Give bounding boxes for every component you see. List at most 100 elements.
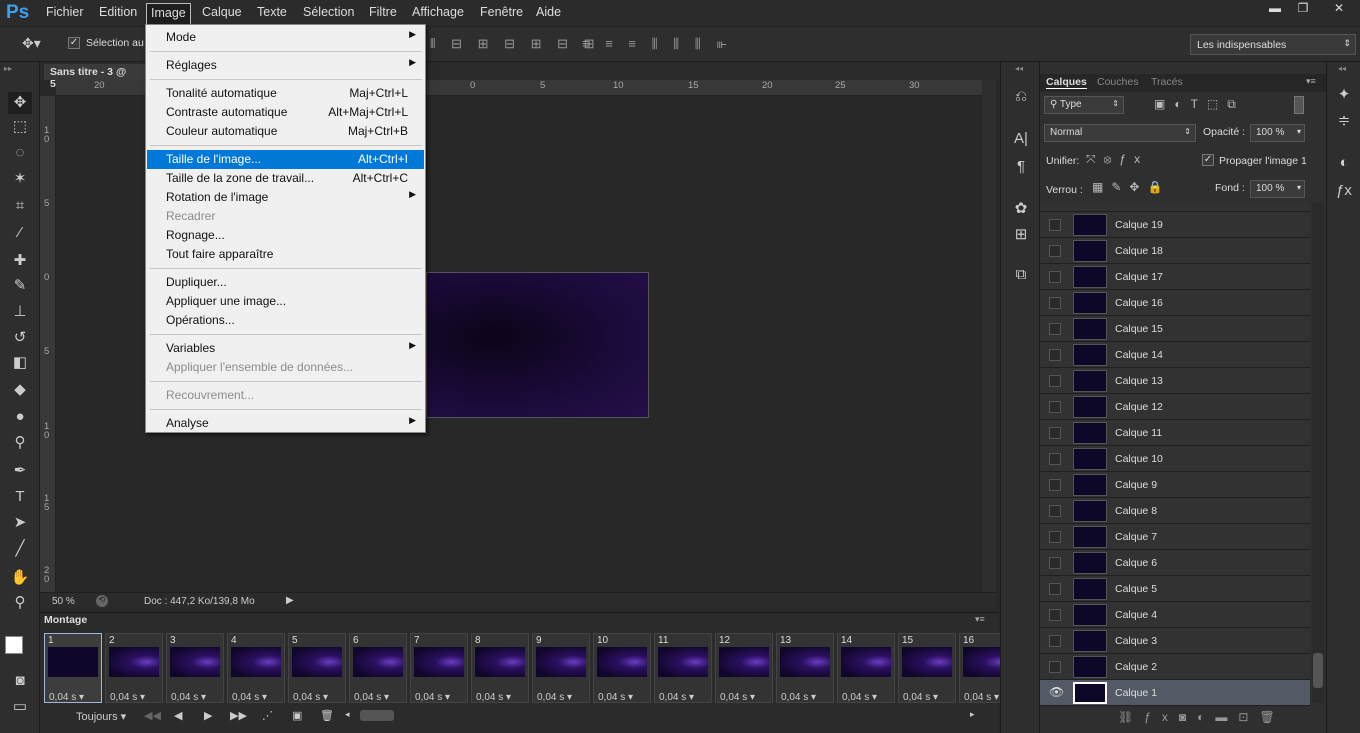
menu-item-taille-de-l-image[interactable]: Taille de l'image... Alt+Ctrl+I	[147, 150, 424, 169]
animation-frame[interactable]: 9 0,04 s ▾	[532, 633, 590, 703]
first-frame-icon[interactable]: ◀◀	[144, 709, 161, 722]
menu-item-appliquer-une-image[interactable]: Appliquer une image...	[147, 292, 424, 311]
scroll-left-icon[interactable]: ◂	[345, 709, 350, 720]
filter-icons[interactable]: ▣◐T⬚⧉	[1154, 97, 1245, 112]
healing-brush-icon[interactable]: ✚	[8, 250, 32, 272]
menu-calque[interactable]: Calque	[199, 5, 245, 19]
animation-frame[interactable]: 1 0,04 s ▾	[44, 633, 102, 703]
dodge-tool-icon[interactable]: ⚲	[8, 432, 32, 454]
menu-affichage[interactable]: Affichage	[409, 5, 467, 19]
history-icon[interactable]: ⟲	[96, 595, 108, 607]
layer-row[interactable]: Calque 3	[1040, 628, 1310, 654]
layer-row[interactable]: 👁 Calque 1	[1040, 680, 1310, 706]
animation-frame[interactable]: 14 0,04 s ▾	[837, 633, 895, 703]
blur-tool-icon[interactable]: ●	[8, 406, 32, 428]
visibility-toggle[interactable]	[1049, 401, 1061, 413]
menu-item-taille-de-la-zone-de-travail[interactable]: Taille de la zone de travail... Alt+Ctrl+…	[147, 169, 424, 188]
panel-menu-icon[interactable]: ▾≡	[1306, 76, 1316, 87]
menu-item-contraste-automatique[interactable]: Contraste automatique Alt+Maj+Ctrl+L	[147, 103, 424, 122]
layers-scrollbar-thumb[interactable]	[1313, 653, 1323, 688]
character-panel-icon[interactable]: A|	[1010, 128, 1032, 150]
tab-traces[interactable]: Tracés	[1151, 76, 1183, 88]
zoom-level[interactable]: 50 %	[52, 596, 75, 607]
visibility-toggle[interactable]	[1049, 453, 1061, 465]
visibility-toggle[interactable]	[1049, 635, 1061, 647]
3d-panel-icon[interactable]: ⧉	[1010, 264, 1032, 286]
zoom-tool-icon[interactable]: ⚲	[8, 592, 32, 614]
expand-icon[interactable]: ◂◂	[1015, 64, 1023, 73]
move-tool-icon[interactable]: ✥▾	[22, 35, 41, 52]
animation-frame[interactable]: 5 0,04 s ▾	[288, 633, 346, 703]
timeline-tab[interactable]: Montage	[44, 614, 98, 629]
menu-item-analyse[interactable]: Analyse ▶	[147, 414, 424, 433]
path-select-icon[interactable]: ➤	[8, 512, 32, 534]
animation-frame[interactable]: 3 0,04 s ▾	[166, 633, 224, 703]
tween-icon[interactable]: ⋰	[262, 709, 273, 722]
menu-item-tout-faire-apparaitre[interactable]: Tout faire apparaître	[147, 245, 424, 264]
propagate-checkbox[interactable]: ✓	[1202, 154, 1214, 166]
menu-image[interactable]: Image	[146, 3, 191, 25]
frame-delay[interactable]: 0,04 s ▾	[49, 692, 84, 703]
unify-icons[interactable]: ⤧⊗ƒx	[1086, 152, 1148, 167]
filter-type-select[interactable]: ⚲ Type ⇕	[1044, 96, 1124, 114]
frame-delay[interactable]: 0,04 s ▾	[293, 692, 328, 703]
layer-row[interactable]: Calque 12	[1040, 394, 1310, 420]
animation-frame[interactable]: 4 0,04 s ▾	[227, 633, 285, 703]
opacity-input[interactable]: 100 % ▾	[1250, 124, 1305, 142]
prev-frame-icon[interactable]: ◀	[174, 709, 182, 722]
frame-delay[interactable]: 0,04 s ▾	[171, 692, 206, 703]
stamp-tool-icon[interactable]: ⊥	[8, 301, 32, 323]
screen-mode-icon[interactable]: ▭	[8, 696, 32, 718]
loop-select[interactable]: Toujours ▾	[76, 710, 126, 723]
visibility-toggle[interactable]	[1049, 661, 1061, 673]
align-icons[interactable]: ⫴ ⊟ ⊞ ⊟ ⊞ ⊟ ⊞	[430, 36, 601, 52]
close-button[interactable]: ✕	[1322, 1, 1356, 17]
quick-mask-icon[interactable]: ◙	[8, 670, 32, 692]
visibility-toggle[interactable]	[1049, 427, 1061, 439]
eye-icon[interactable]: 👁	[1049, 685, 1064, 699]
marquee-tool-icon[interactable]: ⬚	[8, 116, 32, 138]
menu-item-mode[interactable]: Mode ▶	[147, 28, 424, 47]
play-icon[interactable]: ▶	[204, 709, 212, 722]
crop-tool-icon[interactable]: ⌗	[8, 195, 32, 217]
frame-delay[interactable]: 0,04 s ▾	[720, 692, 755, 703]
menu-texte[interactable]: Texte	[254, 5, 290, 19]
history-panel-icon[interactable]: ⎌	[1010, 86, 1032, 108]
fx-panel-icon[interactable]: ƒx	[1333, 180, 1355, 202]
animation-frame[interactable]: 13 0,04 s ▾	[776, 633, 834, 703]
layer-row[interactable]: Calque 16	[1040, 290, 1310, 316]
document-tab[interactable]: Sans titre - 3 @ 50%	[44, 64, 154, 90]
frame-delay[interactable]: 0,04 s ▾	[537, 692, 572, 703]
menu-item-reglages[interactable]: Réglages ▶	[147, 56, 424, 75]
layer-row[interactable]: Calque 19	[1040, 212, 1310, 238]
lasso-tool-icon[interactable]: ◌	[8, 142, 32, 164]
blend-mode-select[interactable]: Normal ⇕	[1044, 124, 1196, 142]
collapse-icon[interactable]: ▸▸	[4, 64, 12, 73]
duplicate-frame-icon[interactable]: ▣	[292, 709, 302, 722]
menu-fichier[interactable]: Fichier	[43, 5, 87, 19]
hand-tool-icon[interactable]: ✋	[8, 567, 32, 589]
workspace-select[interactable]: Les indispensables ⇕	[1190, 34, 1356, 55]
paint-bucket-icon[interactable]: ◆	[8, 379, 32, 401]
color-panel-icon[interactable]: ✿	[1010, 198, 1032, 220]
swatches-panel-icon[interactable]: ⊞	[1010, 224, 1032, 246]
scroll-right-icon[interactable]: ▸	[970, 709, 975, 720]
animation-frame[interactable]: 2 0,04 s ▾	[105, 633, 163, 703]
move-tool-icon[interactable]: ✥	[8, 92, 32, 114]
animation-frame[interactable]: 10 0,04 s ▾	[593, 633, 651, 703]
panel-menu-icon[interactable]: ▾≡	[975, 614, 985, 625]
layer-row[interactable]: Calque 11	[1040, 420, 1310, 446]
visibility-toggle[interactable]	[1049, 531, 1061, 543]
frame-delay[interactable]: 0,04 s ▾	[110, 692, 145, 703]
frame-delay[interactable]: 0,04 s ▾	[476, 692, 511, 703]
visibility-toggle[interactable]	[1049, 609, 1061, 621]
layer-row[interactable]: Calque 6	[1040, 550, 1310, 576]
menu-item-variables[interactable]: Variables ▶	[147, 339, 424, 358]
layer-row[interactable]: Calque 4	[1040, 602, 1310, 628]
frame-delay[interactable]: 0,04 s ▾	[415, 692, 450, 703]
animation-frame[interactable]: 12 0,04 s ▾	[715, 633, 773, 703]
next-frame-icon[interactable]: ▶▶	[230, 709, 247, 722]
animation-frame[interactable]: 6 0,04 s ▾	[349, 633, 407, 703]
brush-tool-icon[interactable]: ✎	[8, 275, 32, 297]
frame-delay[interactable]: 0,04 s ▾	[232, 692, 267, 703]
